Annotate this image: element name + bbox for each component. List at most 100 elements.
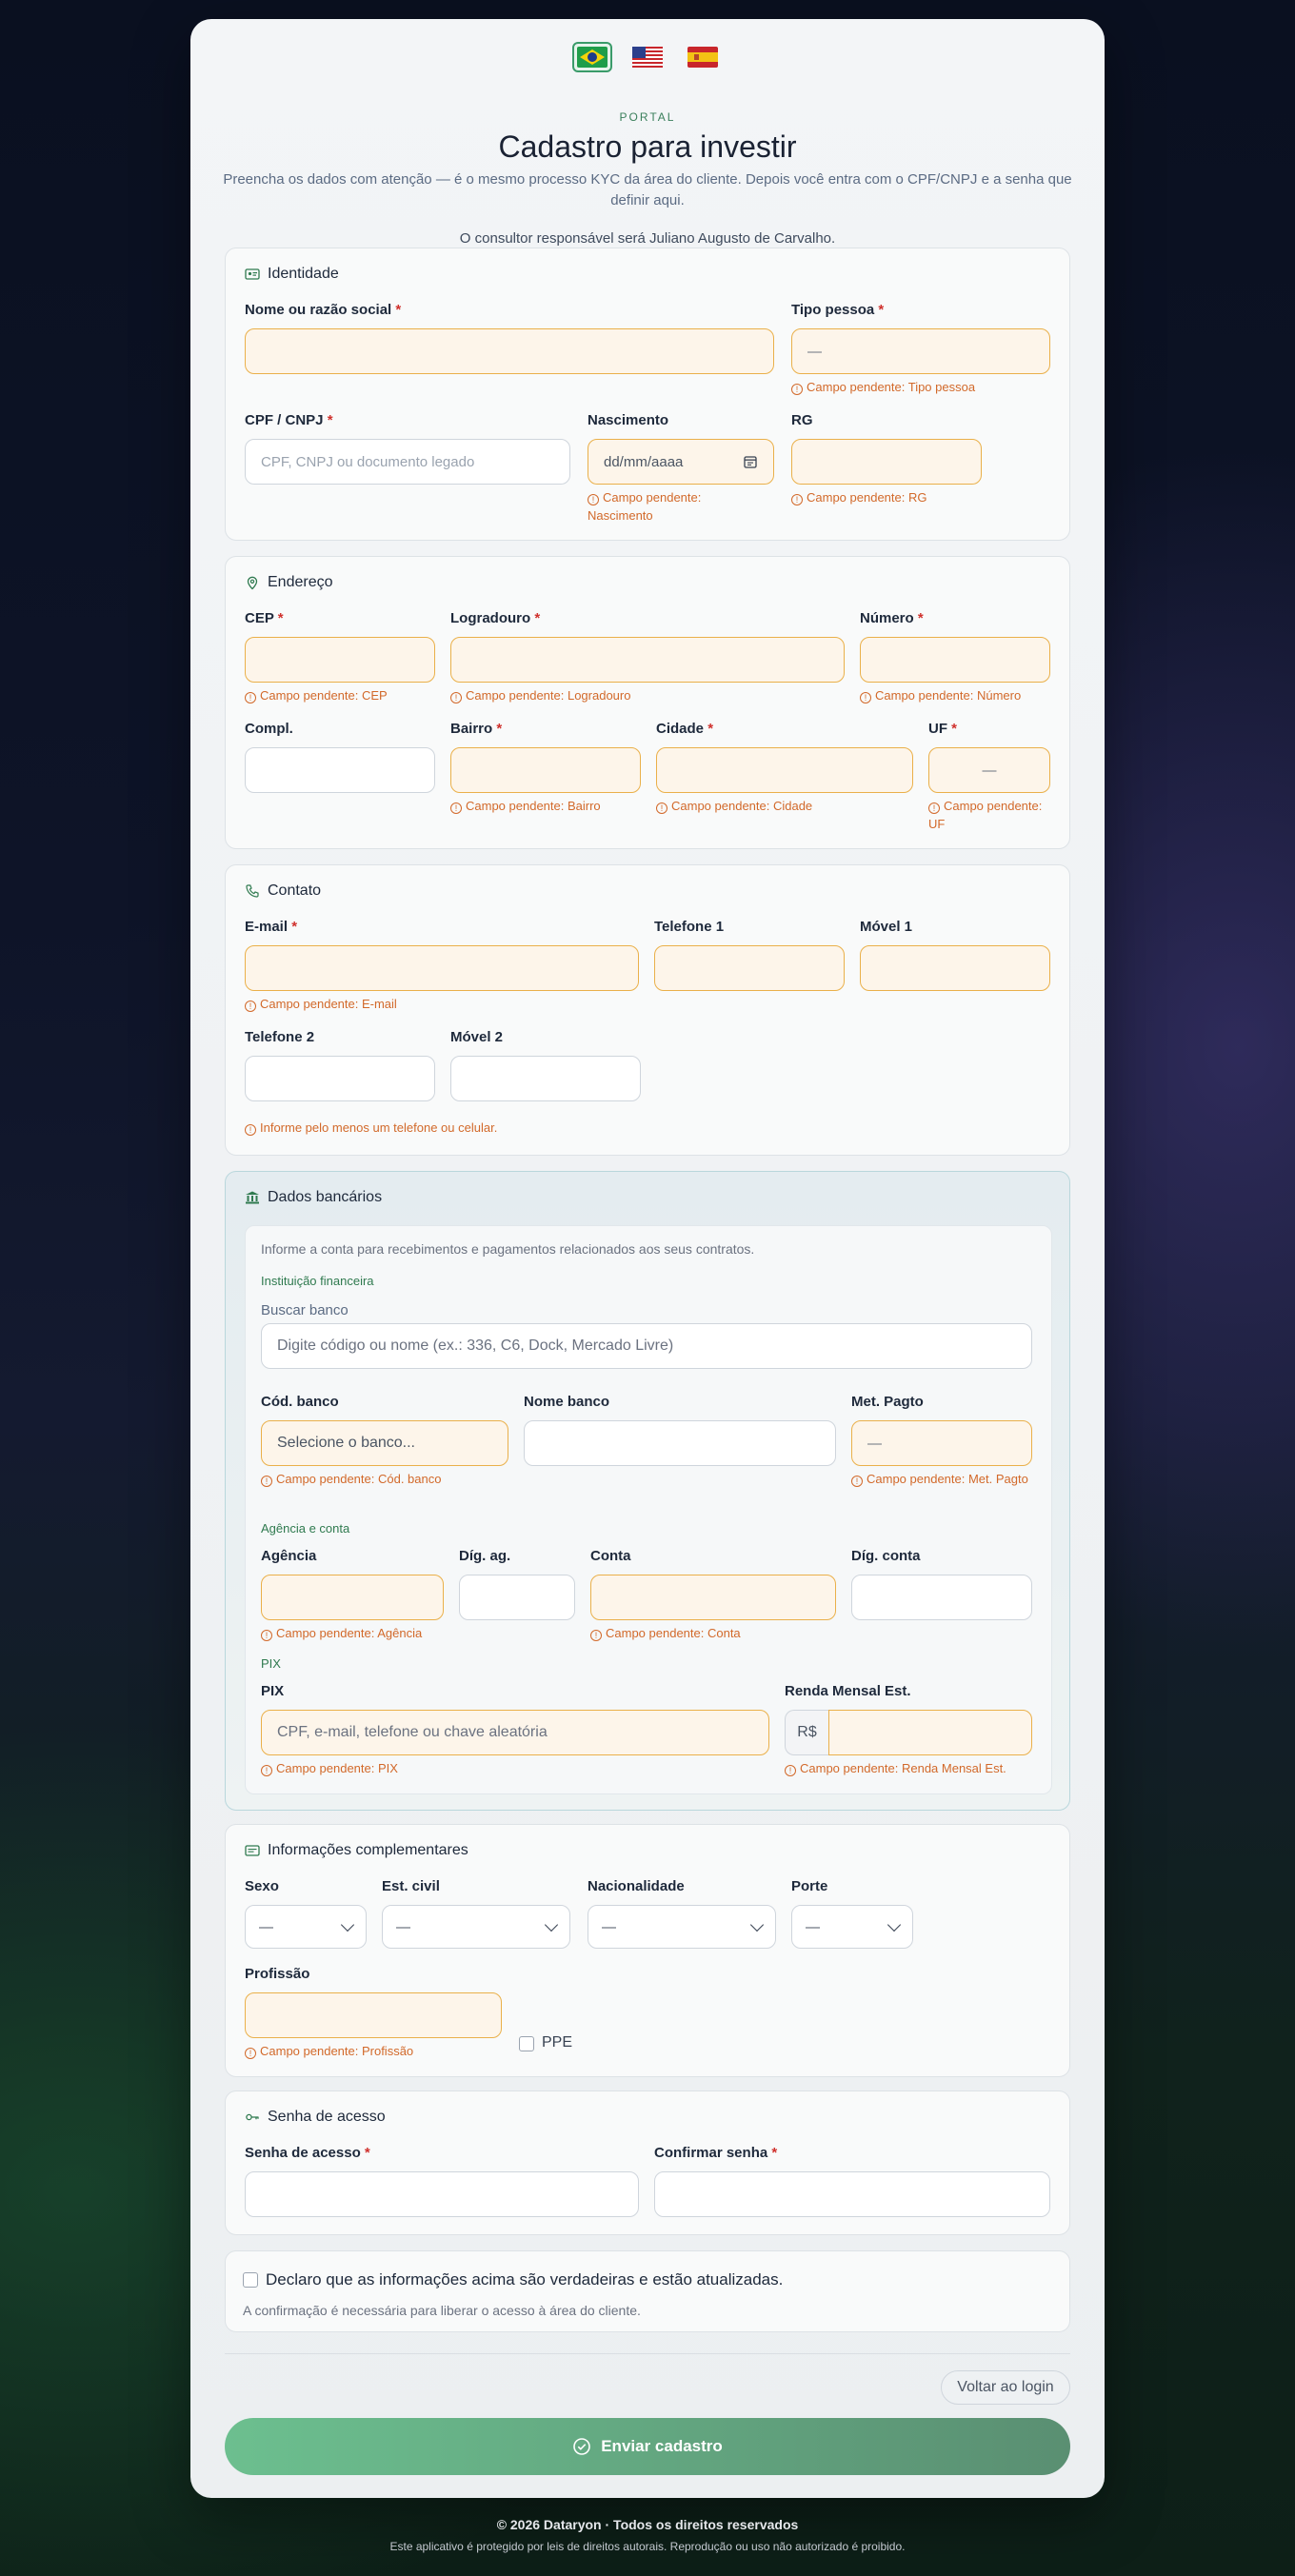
- profissao-error: ! Campo pendente: Profissão: [245, 2042, 413, 2060]
- cidade-label: Cidade *: [656, 721, 714, 737]
- dig-conta-input[interactable]: [851, 1575, 1032, 1620]
- agencia-label: Agência: [261, 1548, 317, 1564]
- met-pagto-select[interactable]: —: [851, 1420, 1032, 1466]
- numero-error: ! Campo pendente: Número: [860, 686, 1021, 704]
- rg-error: ! Campo pendente: RG: [791, 488, 926, 506]
- section-complementares: Informações complementares Sexo — Est. c…: [225, 1824, 1070, 2077]
- section-declaracao: Declaro que as informações acima são ver…: [225, 2250, 1070, 2332]
- nascimento-input[interactable]: dd/mm/aaaa: [588, 439, 774, 485]
- buscar-label: Buscar banco: [261, 1302, 349, 1318]
- logradouro-label: Logradouro *: [450, 610, 541, 626]
- cep-input[interactable]: [245, 637, 435, 683]
- tel1-label: Telefone 1: [654, 919, 725, 935]
- agencia-error: ! Campo pendente: Agência: [261, 1624, 422, 1642]
- submit-label: Enviar cadastro: [601, 2437, 723, 2455]
- dig-ag-label: Díg. ag.: [459, 1548, 511, 1564]
- section-title: Dados bancários: [268, 1189, 383, 1205]
- logradouro-error: ! Campo pendente: Logradouro: [450, 686, 630, 704]
- bank-search-input[interactable]: Digite código ou nome (ex.: 336, C6, Doc…: [261, 1323, 1032, 1369]
- declaracao-label[interactable]: Declaro que as informações acima são ver…: [266, 2270, 783, 2289]
- footer-copyright: © 2026 Dataryon · Todos os direitos rese…: [496, 2517, 799, 2532]
- section-header: Identidade: [245, 266, 339, 283]
- rg-input[interactable]: [791, 439, 982, 485]
- movel2-input[interactable]: [450, 1056, 641, 1101]
- senha-input[interactable]: [245, 2171, 639, 2217]
- civil-label: Est. civil: [382, 1878, 440, 1894]
- porte-select[interactable]: —: [791, 1905, 913, 1949]
- consultant-note: O consultor responsável será Juliano Aug…: [459, 230, 836, 247]
- tel2-label: Telefone 2: [245, 1029, 315, 1045]
- cod-banco-label: Cód. banco: [261, 1394, 339, 1410]
- dig-conta-label: Díg. conta: [851, 1548, 921, 1564]
- submit-button[interactable]: Enviar cadastro: [225, 2418, 1070, 2475]
- numero-input[interactable]: [860, 637, 1050, 683]
- calendar-icon[interactable]: [743, 454, 758, 469]
- uf-select[interactable]: —: [928, 747, 1050, 793]
- phone-error: ! Informe pelo menos um telefone ou celul…: [245, 1119, 497, 1137]
- cod-banco-select[interactable]: Selecione o banco...: [261, 1420, 508, 1466]
- section-header: Dados bancários: [245, 1189, 382, 1206]
- section-header: Senha de acesso: [245, 2109, 386, 2126]
- tipo-error: ! Campo pendente: Tipo pessoa: [791, 378, 975, 396]
- bank-icon: [246, 1191, 259, 1204]
- sexo-select[interactable]: —: [245, 1905, 367, 1949]
- declaracao-checkbox[interactable]: [243, 2272, 258, 2288]
- map-pin-icon: [247, 576, 258, 590]
- met-pagto-label: Met. Pagto: [851, 1394, 924, 1410]
- nome-input[interactable]: [245, 328, 774, 374]
- nacionalidade-select[interactable]: —: [588, 1905, 776, 1949]
- renda-input[interactable]: [828, 1710, 1032, 1755]
- nome-banco-label: Nome banco: [524, 1394, 610, 1410]
- pix-label: PIX: [261, 1683, 285, 1699]
- tel1-input[interactable]: [654, 945, 845, 991]
- back-to-login-button[interactable]: Voltar ao login: [941, 2370, 1070, 2405]
- section-header: Informações complementares: [245, 1842, 468, 1859]
- cep-label: CEP *: [245, 610, 284, 626]
- uf-error: ! Campo pendente: UF: [928, 799, 1043, 831]
- sexo-label: Sexo: [245, 1878, 279, 1894]
- movel1-input[interactable]: [860, 945, 1050, 991]
- dig-ag-input[interactable]: [459, 1575, 575, 1620]
- confirmar-input[interactable]: [654, 2171, 1050, 2217]
- flag-us-icon[interactable]: [628, 42, 667, 72]
- bank-intro: Informe a conta para recebimentos e paga…: [261, 1241, 755, 1257]
- inst-heading: Instituição financeira: [261, 1274, 374, 1288]
- tipo-label: Tipo pessoa *: [791, 302, 885, 318]
- phone-icon: [246, 884, 259, 898]
- nome-banco-input[interactable]: [524, 1420, 836, 1466]
- chevron-down-icon: [749, 1917, 765, 1932]
- compl-input[interactable]: [245, 747, 435, 793]
- profissao-input[interactable]: [245, 1992, 502, 2038]
- footer-notice: Este aplicativo é protegido por leis de …: [389, 2540, 906, 2553]
- conta-input[interactable]: [590, 1575, 836, 1620]
- section-title: Contato: [268, 882, 322, 899]
- section-header: Contato: [245, 882, 321, 900]
- nascimento-label: Nascimento: [588, 412, 669, 428]
- movel1-label: Móvel 1: [860, 919, 913, 935]
- section-senha: Senha de acesso Senha de acesso * Confir…: [225, 2091, 1070, 2235]
- signup-card: PORTAL Cadastro para investir Preencha o…: [190, 19, 1105, 2498]
- section-title: Senha de acesso: [268, 2109, 386, 2125]
- ppe-checkbox[interactable]: [519, 2036, 534, 2051]
- cidade-error: ! Campo pendente: Cidade: [656, 797, 812, 815]
- email-label: E-mail *: [245, 919, 298, 935]
- bairro-input[interactable]: [450, 747, 641, 793]
- cpf-input[interactable]: CPF, CNPJ ou documento legado: [245, 439, 570, 485]
- nacionalidade-label: Nacionalidade: [588, 1878, 685, 1894]
- flag-br-icon[interactable]: [572, 42, 612, 72]
- flag-es-icon[interactable]: [683, 42, 723, 72]
- cidade-input[interactable]: [656, 747, 913, 793]
- agencia-input[interactable]: [261, 1575, 444, 1620]
- pix-input[interactable]: CPF, e-mail, telefone ou chave aleatória: [261, 1710, 769, 1755]
- section-identidade: Identidade Nome ou razão social * Tipo p…: [225, 248, 1070, 541]
- renda-label: Renda Mensal Est.: [785, 1683, 911, 1699]
- tel2-input[interactable]: [245, 1056, 435, 1101]
- profissao-label: Profissão: [245, 1966, 310, 1982]
- email-input[interactable]: [245, 945, 639, 991]
- civil-select[interactable]: —: [382, 1905, 570, 1949]
- tipo-select[interactable]: —: [791, 328, 1050, 374]
- compl-label: Compl.: [245, 721, 293, 737]
- renda-error: ! Campo pendente: Renda Mensal Est.: [785, 1759, 1006, 1777]
- logradouro-input[interactable]: [450, 637, 845, 683]
- nascimento-error: ! Campo pendente: Nascimento: [588, 490, 702, 523]
